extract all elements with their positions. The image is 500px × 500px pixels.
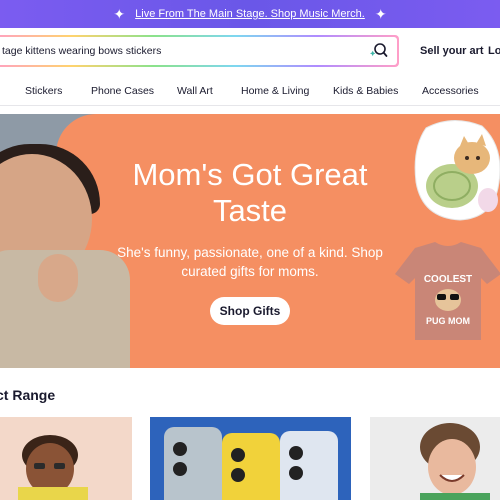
sell-your-art-link[interactable]: Sell your art: [420, 45, 484, 57]
hero-subtitle: She's funny, passionate, one of a kind. …: [117, 245, 383, 279]
nav-item-accessories[interactable]: Accessories: [422, 85, 479, 97]
search-icon: [370, 43, 388, 57]
hero-title: Mom's Got Great Taste: [132, 157, 368, 228]
category-nav: Stickers Phone Cases Wall Art Home & Liv…: [0, 78, 500, 106]
pug-tshirt-image[interactable]: COOLEST PUG MOM: [393, 240, 500, 340]
search-input[interactable]: [2, 45, 367, 57]
announcement-bar: ✦ Live From The Main Stage. Shop Music M…: [0, 0, 500, 28]
search-box: [0, 37, 397, 65]
product-image-phone-cases: [150, 417, 351, 500]
search-bar: [0, 35, 399, 67]
nav-item-phone-cases[interactable]: Phone Cases: [91, 85, 154, 97]
hero-person-hand: [38, 254, 78, 302]
product-card[interactable]: [0, 417, 132, 500]
section-title-product-range: ct Range: [0, 387, 56, 403]
shop-gifts-button[interactable]: Shop Gifts: [210, 297, 290, 325]
product-image-smiling-woman: [370, 417, 500, 500]
sparkle-icon: ✦: [374, 5, 387, 22]
product-card[interactable]: [370, 417, 500, 500]
sparkle-icon: ✦: [113, 5, 126, 22]
announcement-link[interactable]: Live From The Main Stage. Shop Music Mer…: [135, 8, 365, 20]
cat-sticker-image[interactable]: [412, 118, 500, 224]
tshirt-text-top: COOLEST: [424, 274, 472, 285]
product-image-person: [0, 417, 132, 500]
tshirt-text-bottom: PUG MOM: [426, 316, 470, 326]
product-card[interactable]: [150, 417, 351, 500]
nav-item-stickers[interactable]: Stickers: [25, 85, 62, 97]
nav-item-kids-babies[interactable]: Kids & Babies: [333, 85, 398, 97]
nav-item-wall-art[interactable]: Wall Art: [177, 85, 213, 97]
nav-item-home-living[interactable]: Home & Living: [241, 85, 309, 97]
login-link[interactable]: Lo: [488, 45, 500, 57]
search-button[interactable]: [367, 39, 391, 63]
